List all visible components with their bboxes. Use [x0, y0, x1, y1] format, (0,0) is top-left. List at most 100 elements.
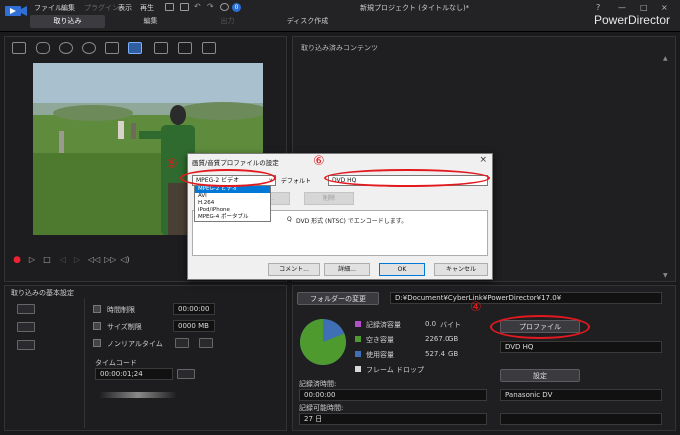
- timecode-field[interactable]: 00:00:01;24: [95, 368, 173, 380]
- maximize-button[interactable]: □: [640, 3, 648, 12]
- help-button[interactable]: ?: [596, 3, 600, 12]
- time-limit-checkbox[interactable]: [93, 305, 101, 313]
- shuttle-slider[interactable]: [99, 392, 177, 398]
- device-name: Panasonic DV: [500, 389, 662, 401]
- capture-folder-path[interactable]: D:¥Document¥CyberLink¥PowerDirector¥17.0…: [390, 292, 662, 304]
- microphone-icon[interactable]: [36, 42, 50, 54]
- title-bar: ファイル 編集 プラグイン 表示 再生 ↶ ↷ 0 新規プロジェクト (タイトル…: [0, 0, 680, 32]
- cancel-button[interactable]: キャンセル: [434, 263, 488, 276]
- size-limit-field[interactable]: 0000 MB: [173, 320, 215, 332]
- record-icon[interactable]: ●: [12, 255, 22, 265]
- camera-device-icon[interactable]: [17, 322, 35, 332]
- play-icon[interactable]: ▷: [27, 255, 37, 265]
- tab-capture[interactable]: 取り込み: [30, 15, 105, 28]
- profile-value: DVD HQ: [500, 341, 662, 353]
- menu-playback[interactable]: 再生: [140, 3, 154, 13]
- tv-icon[interactable]: [178, 42, 192, 54]
- legend-recorded-label: 記録済容量: [366, 321, 401, 329]
- format-option[interactable]: AVI: [195, 193, 270, 200]
- capture-storage-panel: [292, 285, 676, 431]
- delete-profile-button[interactable]: 削除: [304, 192, 354, 205]
- format-option[interactable]: H.264: [195, 200, 270, 207]
- menu-plugins[interactable]: プラグイン: [84, 3, 119, 13]
- snapshot-camera-icon[interactable]: [199, 338, 213, 348]
- legend-recorded-swatch: [355, 321, 361, 327]
- rewind-icon[interactable]: ◁◁: [88, 255, 100, 265]
- tab-edit[interactable]: 編集: [113, 15, 188, 28]
- tab-create-disc[interactable]: ディスク作成: [270, 15, 345, 28]
- time-limit-field[interactable]: 00:00:00: [173, 303, 215, 315]
- legend-free-label: 空き容量: [366, 336, 394, 344]
- device-extra-field: [500, 413, 662, 425]
- format-dropdown-list: MPEG-2 ビデオ AVI H.264 iPod/iPhone MPEG-4 …: [194, 185, 271, 222]
- recorded-value: 0.0: [425, 320, 437, 328]
- timecode-label: タイムコード: [95, 359, 137, 367]
- format-option[interactable]: MPEG-4 ポータブル: [195, 214, 270, 221]
- annotation-4-circle: [490, 315, 590, 339]
- legend-dropped-label: フレーム ドロップ: [366, 366, 425, 374]
- stop-icon[interactable]: □: [42, 255, 52, 265]
- format-option[interactable]: iPod/iPhone: [195, 207, 270, 214]
- menu-file[interactable]: ファイル: [34, 3, 62, 13]
- format-option[interactable]: MPEG-2 ビデオ: [195, 186, 270, 193]
- content-scrollbar[interactable]: ▲ ▼: [663, 55, 671, 280]
- device-settings-button[interactable]: 設定: [500, 369, 580, 382]
- ok-button[interactable]: OK: [379, 263, 425, 276]
- dialog-title: 画質/音質プロファイルの設定: [192, 159, 279, 167]
- timecode-goto-icon[interactable]: [177, 369, 195, 379]
- previous-icon[interactable]: ◁: [58, 255, 68, 265]
- recordable-time-label: 記録可能時間:: [299, 404, 344, 412]
- menu-edit[interactable]: 編集: [61, 3, 75, 13]
- time-limit-label: 時間制限: [107, 306, 135, 314]
- legend-used-swatch: [355, 351, 361, 357]
- recorded-unit: バイト: [440, 321, 461, 329]
- scroll-down-icon[interactable]: ▼: [663, 272, 668, 279]
- redo-icon[interactable]: ↷: [207, 2, 214, 11]
- menu-view[interactable]: 表示: [118, 3, 132, 13]
- document-title: 新規プロジェクト (タイトルなし)*: [360, 4, 470, 12]
- app-brand: PowerDirector: [593, 13, 670, 27]
- cd-audio-icon[interactable]: [59, 42, 73, 54]
- snapshot-settings-icon[interactable]: [175, 338, 189, 348]
- annotation-6-circle: [324, 169, 490, 187]
- change-folder-button[interactable]: フォルダーの変更: [297, 292, 379, 305]
- powerdirector-logo-icon: [5, 6, 27, 16]
- volume-icon[interactable]: ◁): [120, 255, 130, 265]
- save-icon[interactable]: [165, 3, 174, 11]
- fast-forward-icon[interactable]: ▷▷: [104, 255, 116, 265]
- account-icon[interactable]: [220, 3, 229, 11]
- default-label: デフォルト: [281, 178, 312, 185]
- non-realtime-label: ノンリアルタイム: [107, 340, 163, 348]
- used-unit: GB: [448, 350, 459, 358]
- dv-device-icon[interactable]: [17, 304, 35, 314]
- screen-capture-icon[interactable]: [105, 42, 119, 54]
- digital-tv-icon[interactable]: [202, 42, 216, 54]
- scroll-up-icon[interactable]: ▲: [663, 55, 668, 62]
- device-list: [9, 298, 85, 428]
- annotation-6: ⑥: [313, 154, 325, 169]
- undo-icon[interactable]: ↶: [194, 2, 201, 11]
- tape-device-icon[interactable]: [17, 340, 35, 350]
- dialog-close-button[interactable]: ×: [479, 155, 487, 165]
- size-limit-checkbox[interactable]: [93, 322, 101, 330]
- webcam-icon[interactable]: [82, 42, 96, 54]
- annotation-4: ④: [470, 300, 482, 315]
- close-button[interactable]: ×: [661, 3, 668, 12]
- hdv-camcorder-icon[interactable]: [154, 42, 168, 54]
- optical-disc-icon[interactable]: [12, 42, 26, 54]
- size-limit-label: サイズ制限: [107, 323, 142, 331]
- comment-button[interactable]: コメント...: [268, 263, 320, 276]
- recordable-time-field: 27 日: [299, 413, 487, 425]
- legend-used-label: 使用容量: [366, 351, 394, 359]
- detail-button[interactable]: 詳細...: [324, 263, 370, 276]
- used-value: 527.4: [425, 350, 446, 358]
- notification-badge[interactable]: 0: [232, 3, 241, 12]
- tab-produce[interactable]: 出力: [190, 15, 265, 28]
- dv-camcorder-icon[interactable]: [128, 42, 142, 54]
- project-icon[interactable]: [180, 3, 189, 11]
- next-icon[interactable]: ▷: [72, 255, 82, 265]
- legend-free-swatch: [355, 336, 361, 342]
- non-realtime-checkbox[interactable]: [93, 339, 101, 347]
- annotation-5-circle: [180, 169, 276, 187]
- minimize-button[interactable]: —: [618, 3, 626, 12]
